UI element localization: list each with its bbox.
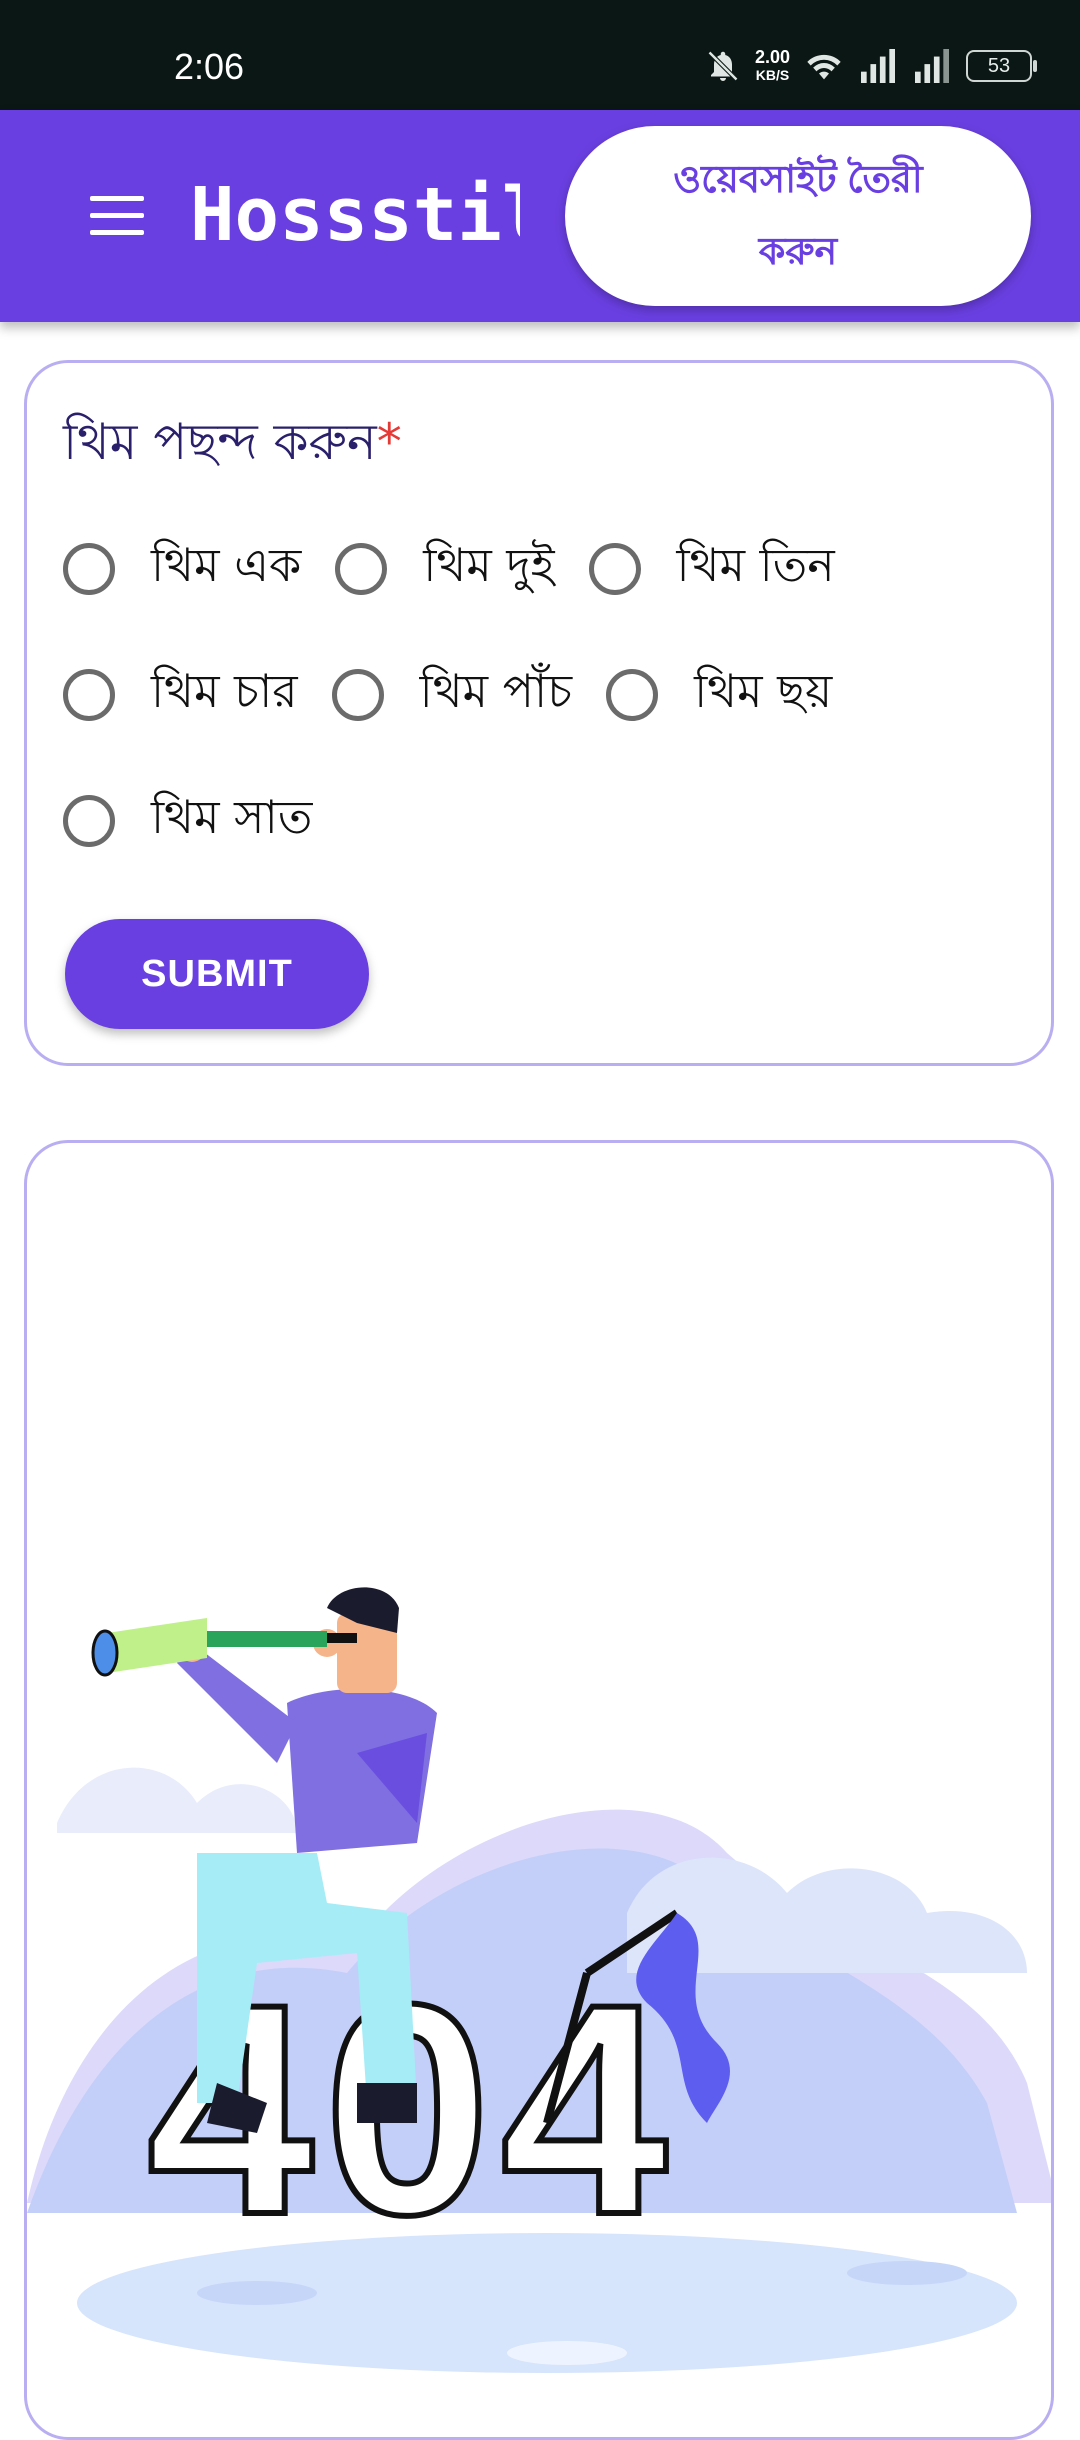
radio-label: থিম ছয় (694, 664, 833, 718)
submit-button[interactable]: SUBMIT (65, 919, 369, 1029)
radio-option-4[interactable]: থিম চার (63, 657, 298, 733)
radio-button[interactable] (63, 543, 115, 595)
theme-form-card: থিম পছন্দ করুন* থিম এক থিম দুই থিম তিন থ… (24, 360, 1054, 1066)
radio-option-3[interactable]: থিম তিন (588, 531, 835, 607)
form-title: থিম পছন্দ করুন* (63, 405, 402, 488)
radio-label: থিম দুই (423, 538, 555, 592)
radio-row-2: থিম চার থিম পাঁচ থিম ছয় (63, 657, 866, 733)
app-title: Hossstil (190, 172, 520, 258)
required-mark: * (376, 413, 402, 471)
radio-label: থিম চার (151, 664, 298, 718)
status-time: 2:06 (174, 46, 245, 87)
radio-label: থিম সাত (151, 790, 313, 844)
signal-icon (861, 49, 895, 83)
app-bar: Hossstil ওয়েবসাইট তৈরী করুন (0, 110, 1080, 322)
radio-label: থিম এক (151, 538, 302, 592)
form-title-text: থিম পছন্দ করুন (63, 413, 377, 471)
hamburger-menu-icon[interactable] (90, 196, 144, 236)
radio-option-6[interactable]: থিম ছয় (606, 657, 832, 733)
radio-button[interactable] (63, 795, 115, 847)
radio-option-5[interactable]: থিম পাঁচ (331, 657, 573, 733)
radio-label: থিম পাঁচ (419, 664, 573, 718)
network-speed: 2.00 KB/S (755, 48, 790, 84)
not-found-illustration: 404 (27, 1587, 1051, 2373)
create-website-label: ওয়েবসাইট তৈরী করুন (673, 159, 923, 273)
create-website-button[interactable]: ওয়েবসাইট তৈরী করুন (565, 126, 1031, 306)
battery-indicator: 53 (966, 50, 1037, 82)
radio-button[interactable] (63, 669, 115, 721)
radio-button[interactable] (606, 669, 659, 721)
mute-bell-icon (707, 50, 739, 82)
radio-label: থিম তিন (676, 538, 835, 592)
status-icons: 2.00 KB/S 53 (705, 48, 1037, 84)
illustration-card: 404 (24, 1140, 1054, 2440)
radio-button[interactable] (331, 669, 384, 721)
radio-option-1[interactable]: থিম এক (63, 531, 301, 607)
radio-button[interactable] (588, 543, 641, 595)
radio-button[interactable] (335, 543, 388, 595)
radio-row-3: থিম সাত (63, 783, 346, 859)
status-bar: 2:06 2.00 KB/S 53 (0, 0, 1080, 110)
signal-icon-2 (915, 49, 949, 83)
speed-unit: KB/S (755, 67, 790, 83)
radio-row-1: থিম এক থিম দুই থিম তিন (63, 531, 869, 607)
radio-option-2[interactable]: থিম দুই (335, 531, 555, 607)
wifi-icon (807, 54, 841, 80)
radio-option-7[interactable]: থিম সাত (63, 783, 312, 859)
speed-value: 2.00 (754, 47, 790, 67)
